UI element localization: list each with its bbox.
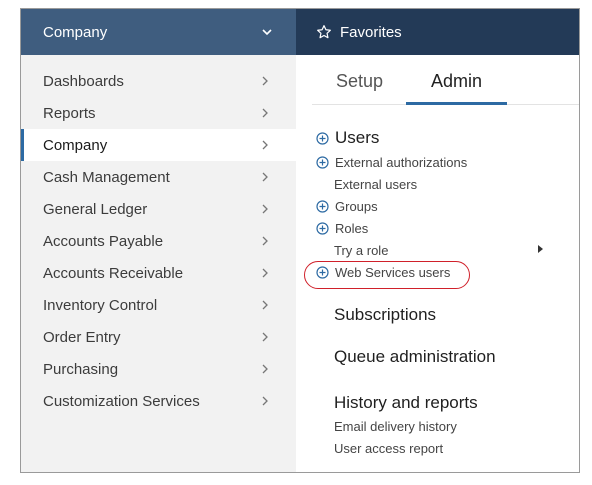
nav-item-accounts-receivable[interactable]: Accounts Receivable xyxy=(21,257,296,289)
external-authorizations-label: External authorizations xyxy=(335,154,468,170)
nav-item-customization-services[interactable]: Customization Services xyxy=(21,385,296,417)
email-delivery-history-label: Email delivery history xyxy=(334,418,457,434)
history-section: History and reports Email delivery histo… xyxy=(334,391,478,459)
nav-item-label: Accounts Payable xyxy=(43,232,164,250)
right-content-panel: Favorites Setup Admin Users External aut… xyxy=(296,9,579,472)
users-section: Users External authorizations External u… xyxy=(316,125,543,283)
queue-administration-label: Queue administration xyxy=(334,347,496,366)
plus-circle-icon[interactable] xyxy=(316,199,329,213)
company-menu-header[interactable]: Company xyxy=(21,9,296,55)
nav-item-dashboards[interactable]: Dashboards xyxy=(21,65,296,97)
groups-label: Groups xyxy=(335,198,378,214)
plus-circle-icon[interactable] xyxy=(316,265,329,279)
try-a-role-link[interactable]: Try a role xyxy=(316,239,543,261)
favorites-header[interactable]: Favorites xyxy=(296,9,579,55)
nav-item-label: Dashboards xyxy=(43,72,124,90)
web-services-users-label: Web Services users xyxy=(335,264,451,280)
user-access-report-label: User access report xyxy=(334,440,444,456)
left-nav-panel: Company Dashboards Reports Company Cash … xyxy=(21,9,296,472)
submenu-arrow-icon xyxy=(538,245,543,253)
nav-item-inventory-control[interactable]: Inventory Control xyxy=(21,289,296,321)
roles-label: Roles xyxy=(335,220,369,236)
nav-item-label: Company xyxy=(43,136,108,154)
chevron-right-icon xyxy=(262,172,268,182)
history-heading: History and reports xyxy=(334,391,478,415)
nav-item-accounts-payable[interactable]: Accounts Payable xyxy=(21,225,296,257)
nav-item-general-ledger[interactable]: General Ledger xyxy=(21,193,296,225)
external-authorizations-link[interactable]: External authorizations xyxy=(316,151,467,173)
chevron-right-icon xyxy=(262,300,268,310)
queue-administration-link[interactable]: Queue administration xyxy=(334,345,496,369)
external-users-link[interactable]: External users xyxy=(316,173,467,195)
favorites-title: Favorites xyxy=(340,23,402,41)
nav-item-label: Inventory Control xyxy=(43,296,158,314)
nav-item-label: Customization Services xyxy=(43,392,200,410)
chevron-right-icon xyxy=(262,364,268,374)
nav-item-label: General Ledger xyxy=(43,200,148,218)
company-menu-title: Company xyxy=(43,23,108,41)
nav-item-company[interactable]: Company xyxy=(21,129,296,161)
groups-link[interactable]: Groups xyxy=(316,195,467,217)
user-access-report-link[interactable]: User access report xyxy=(334,437,478,459)
plus-circle-icon[interactable] xyxy=(316,131,329,145)
nav-item-label: Cash Management xyxy=(43,168,170,186)
nav-item-label: Purchasing xyxy=(43,360,119,378)
web-services-users-link[interactable]: Web Services users xyxy=(316,261,467,283)
subscriptions-label: Subscriptions xyxy=(334,305,437,324)
nav-list: Dashboards Reports Company Cash Manageme… xyxy=(21,65,296,417)
subscriptions-link[interactable]: Subscriptions xyxy=(334,303,436,327)
chevron-right-icon xyxy=(262,332,268,342)
chevron-right-icon xyxy=(262,236,268,246)
chevron-right-icon xyxy=(262,396,268,406)
star-outline-icon xyxy=(317,25,331,39)
plus-circle-icon[interactable] xyxy=(316,221,329,235)
users-heading[interactable]: Users xyxy=(316,125,467,151)
email-delivery-history-link[interactable]: Email delivery history xyxy=(334,415,478,437)
nav-item-purchasing[interactable]: Purchasing xyxy=(21,353,296,385)
nav-item-label: Reports xyxy=(43,104,96,122)
nav-item-label: Accounts Receivable xyxy=(43,264,184,282)
users-heading-label: Users xyxy=(335,128,380,147)
nav-item-order-entry[interactable]: Order Entry xyxy=(21,321,296,353)
tab-setup[interactable]: Setup xyxy=(336,71,383,102)
chevron-right-icon xyxy=(262,204,268,214)
history-heading-label: History and reports xyxy=(334,393,478,412)
chevron-right-icon xyxy=(262,140,268,150)
chevron-right-icon xyxy=(262,268,268,278)
chevron-right-icon xyxy=(262,108,268,118)
nav-item-label: Order Entry xyxy=(43,328,121,346)
plus-circle-icon[interactable] xyxy=(316,155,329,169)
try-a-role-label: Try a role xyxy=(334,242,389,258)
nav-item-reports[interactable]: Reports xyxy=(21,97,296,129)
external-users-label: External users xyxy=(334,176,418,192)
tab-admin[interactable]: Admin xyxy=(406,71,507,105)
menu-panel: Company Dashboards Reports Company Cash … xyxy=(20,8,580,473)
roles-link[interactable]: Roles xyxy=(316,217,467,239)
chevron-down-icon xyxy=(260,25,274,39)
chevron-right-icon xyxy=(262,76,268,86)
tab-bar: Setup Admin xyxy=(312,55,579,105)
nav-item-cash-management[interactable]: Cash Management xyxy=(21,161,296,193)
